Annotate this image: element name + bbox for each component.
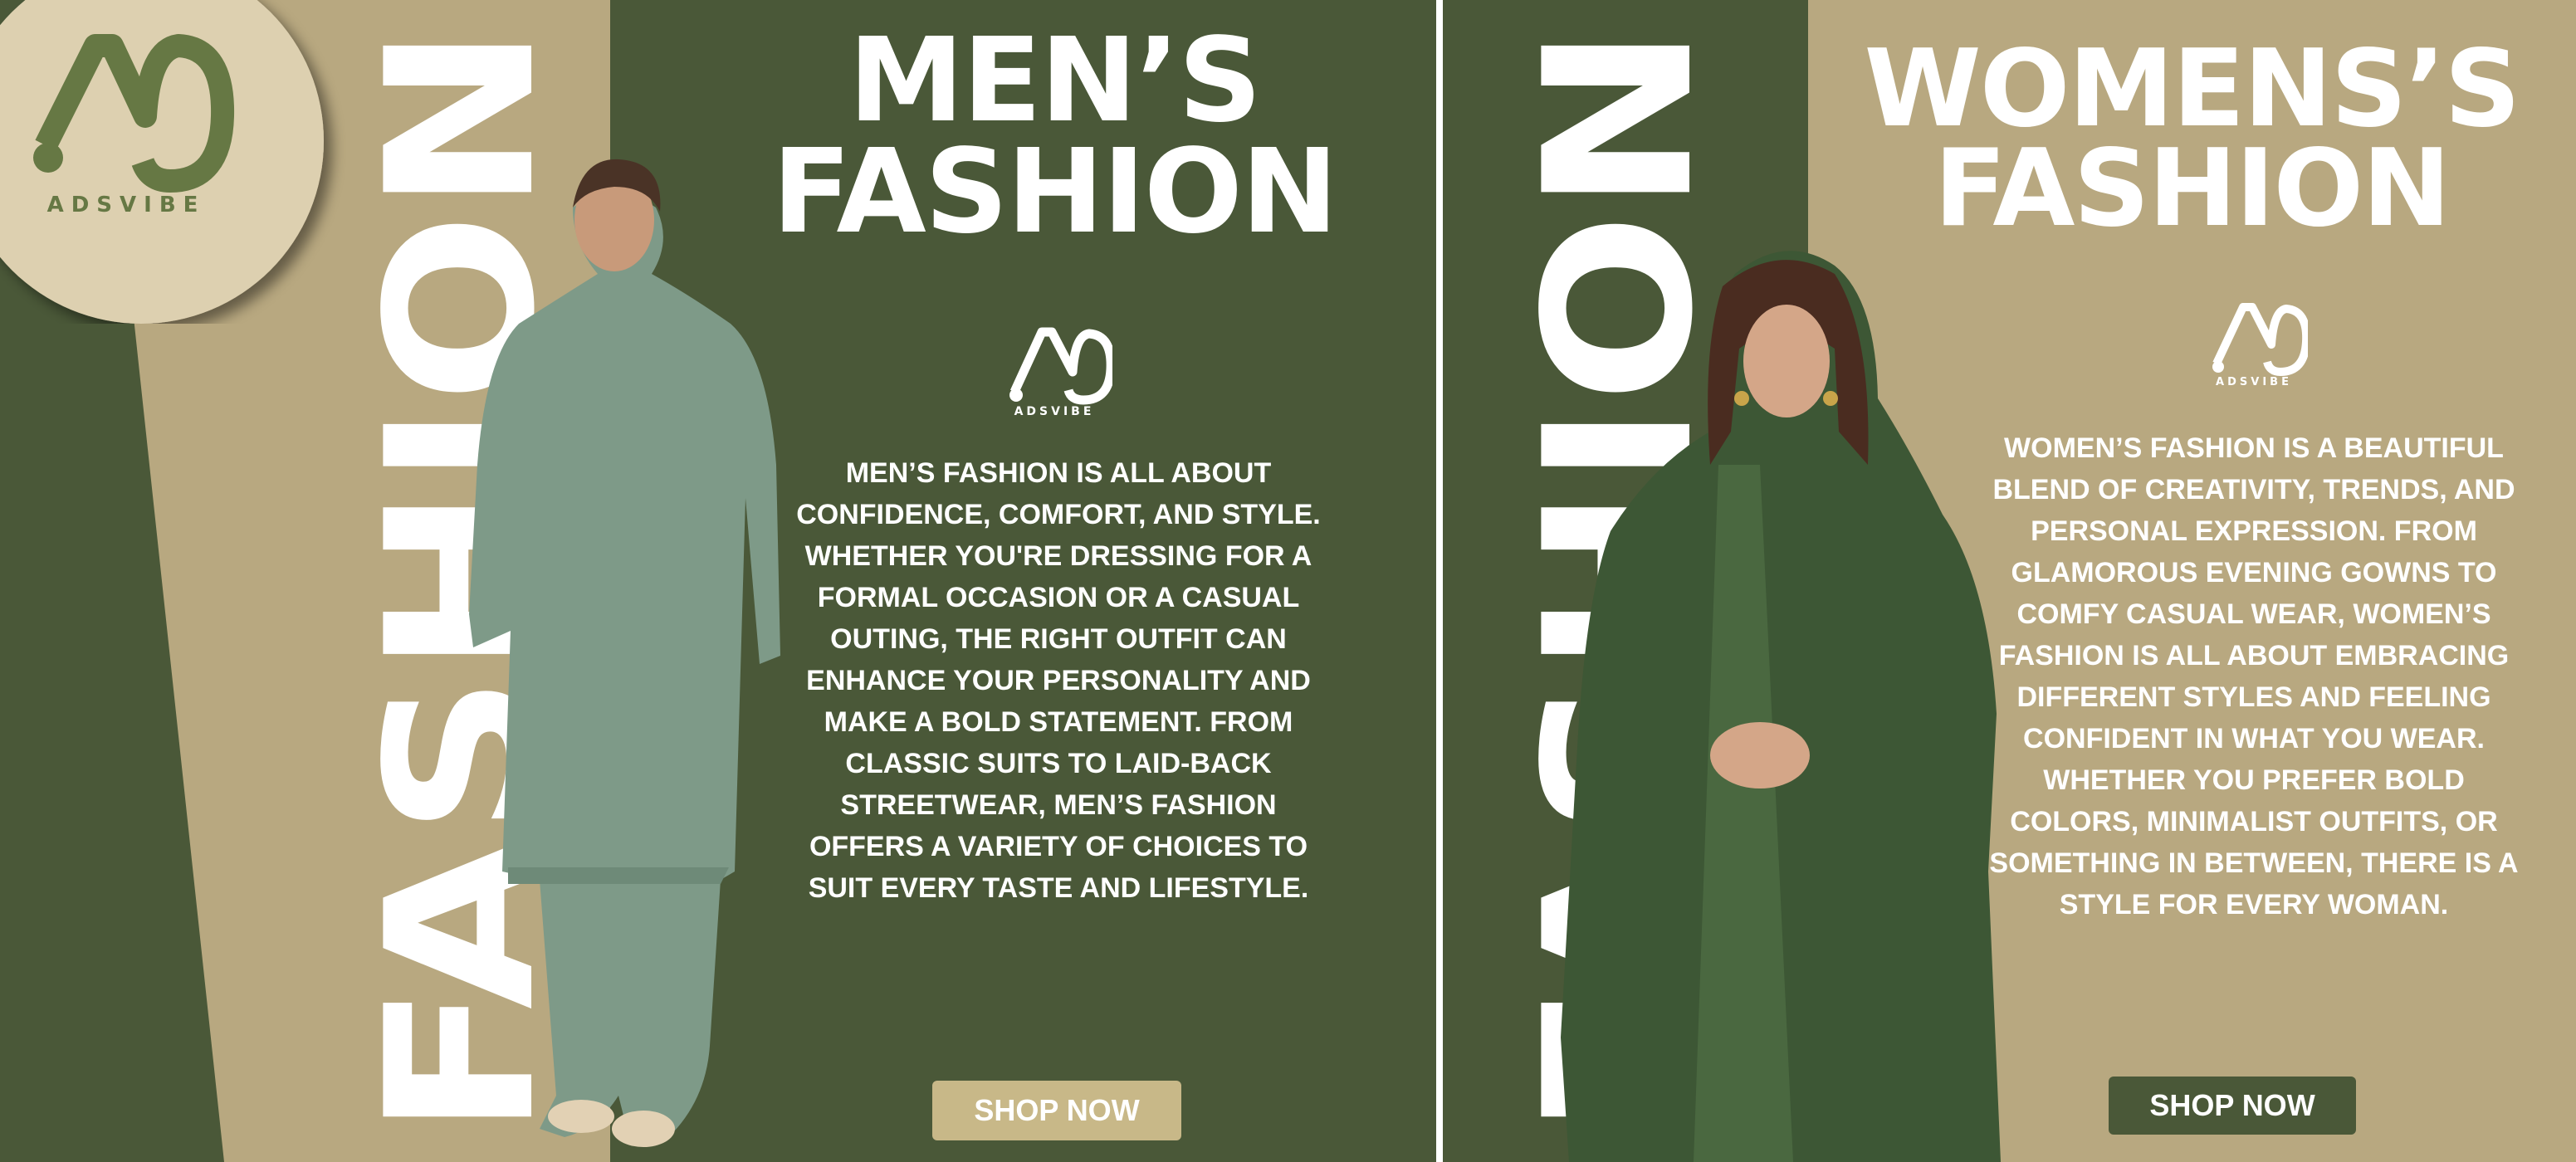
- fashion-banner: FASHION MEN’S FASHION ADSVIBE MEN’S FASH…: [0, 0, 2576, 1162]
- woman-right-earring: [1823, 391, 1838, 406]
- women-description: WOMEN’S FASHION IS A BEAUTIFUL BLEND OF …: [1989, 432, 2519, 920]
- women-title: WOMENS’S FASHION: [1843, 37, 2540, 242]
- brand-badge: ADSVIBE: [0, 0, 324, 324]
- woman-hands: [1710, 722, 1810, 788]
- women-shop-now-button[interactable]: SHOP NOW: [2109, 1077, 2356, 1135]
- woman-left-earring: [1734, 391, 1749, 406]
- women-mini-logo: ADSVIBE: [2200, 299, 2311, 390]
- women-logo-text: ADSVIBE: [2216, 376, 2292, 388]
- brand-logo-dot: [33, 143, 63, 173]
- women-title-line2: FASHION: [1933, 127, 2451, 251]
- woman-face: [1743, 305, 1830, 417]
- brand-logo-text: ADSVIBE: [47, 193, 206, 217]
- women-logo-mark: ADSVIBE: [2212, 303, 2311, 388]
